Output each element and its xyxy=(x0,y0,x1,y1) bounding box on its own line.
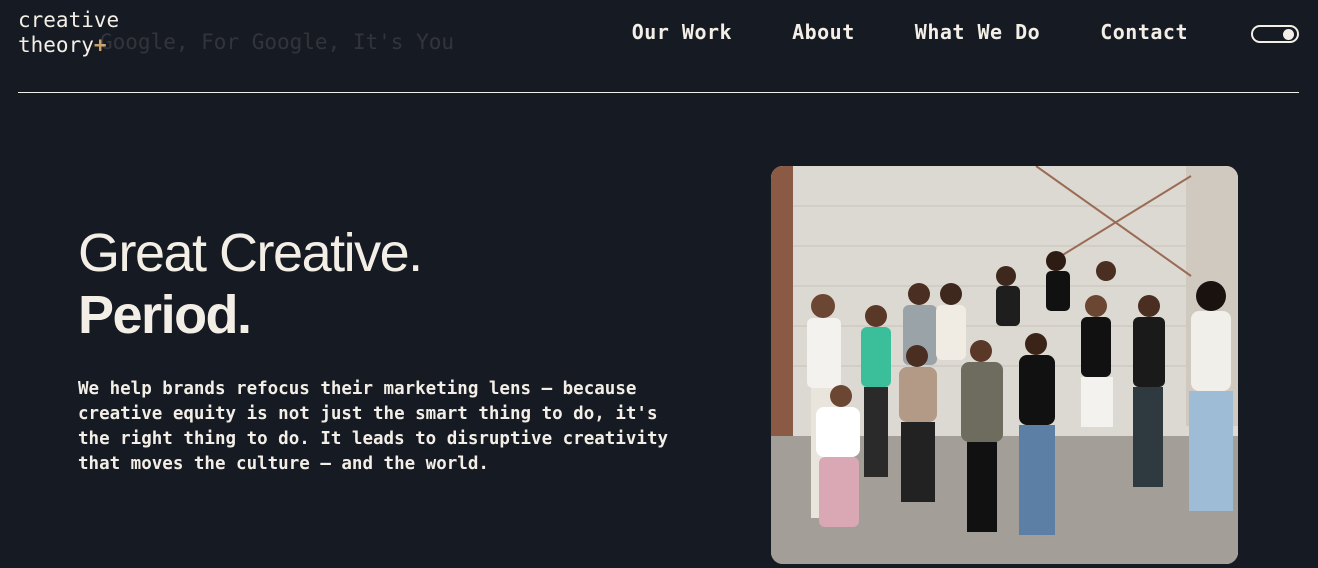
headline-line-2: Period. xyxy=(78,285,252,345)
hero-headline: Great Creative. Period. xyxy=(78,222,423,346)
team-photo xyxy=(771,166,1238,564)
toggle-switch-icon xyxy=(1283,29,1294,40)
main-nav: Our Work About What We Do Contact xyxy=(632,20,1188,44)
nav-about[interactable]: About xyxy=(792,20,855,44)
header-divider xyxy=(18,92,1299,93)
theme-toggle[interactable] xyxy=(1251,25,1299,43)
nav-our-work[interactable]: Our Work xyxy=(632,20,732,44)
nav-what-we-do[interactable]: What We Do xyxy=(915,20,1040,44)
hero-body-text: We help brands refocus their marketing l… xyxy=(78,379,669,474)
logo-line-2: theory xyxy=(18,33,94,57)
nav-contact[interactable]: Contact xyxy=(1100,20,1188,44)
marquee-ghost-text: Google, For Google, It's You xyxy=(100,30,455,54)
headline-line-1: Great Creative. xyxy=(78,223,423,283)
